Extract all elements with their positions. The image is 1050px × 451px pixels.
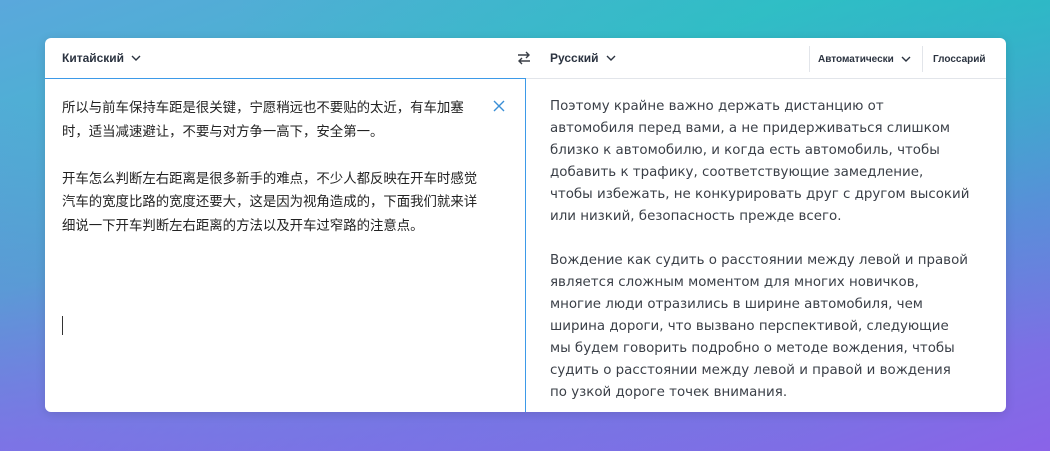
swap-arrows-icon[interactable]: [515, 49, 533, 67]
target-language-select[interactable]: Русский: [550, 38, 617, 78]
target-text-pane: Поэтому крайне важно держать дистанцию о…: [526, 79, 1006, 412]
source-language-select[interactable]: Китайский: [62, 38, 142, 78]
auto-label: Автоматически: [818, 53, 894, 65]
chevron-down-icon: [131, 55, 141, 61]
target-language-label: Русский: [550, 51, 599, 65]
glossary-label: Глоссарий: [933, 53, 986, 65]
close-icon[interactable]: [492, 99, 506, 113]
source-text[interactable]: 所以与前车保持车距是很关键，宁愿稍远也不要贴的太近，有车加塞时，适当减速避让，不…: [62, 97, 482, 238]
translator-card: Китайский Русский Автоматически Глоссари…: [45, 38, 1006, 412]
chevron-down-icon: [901, 56, 911, 62]
chevron-down-icon: [606, 55, 615, 61]
source-text-pane[interactable]: 所以与前车保持车距是很关键，宁愿稍远也不要贴的太近，有车加塞时，适当减速避让，不…: [45, 78, 526, 412]
translated-text: Поэтому крайне важно держать дистанцию о…: [550, 99, 970, 400]
glossary-button[interactable]: Глоссарий: [922, 46, 996, 72]
source-language-label: Китайский: [62, 51, 125, 65]
text-caret: [62, 316, 63, 335]
translator-header: Китайский Русский Автоматически Глоссари…: [45, 38, 1006, 79]
formality-auto-select[interactable]: Автоматически: [809, 46, 920, 72]
